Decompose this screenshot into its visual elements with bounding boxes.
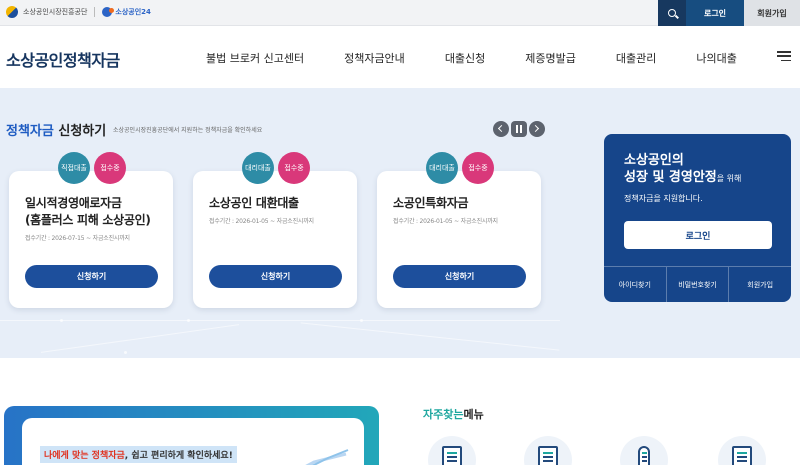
- quick-menu-item[interactable]: [620, 436, 668, 465]
- login-panel-subtext: 정책자금을 지원합니다.: [624, 194, 703, 203]
- hamburger-menu-icon[interactable]: [777, 51, 791, 62]
- search-icon: [668, 9, 676, 17]
- card-period: 접수기간 : 2026-07-15 ~ 자금소진시까지: [25, 235, 130, 242]
- fund-card: 소상공인 대환대출 접수기간 : 2026-01-05 ~ 자금소진시까지 신청…: [193, 171, 357, 308]
- top-join-button[interactable]: 회원가입: [744, 0, 800, 26]
- promo-banner[interactable]: 나에게 맞는 정책자금, 쉽고 편리하게 확인하세요!: [4, 406, 379, 465]
- nav-loan-manage[interactable]: 대출관리: [616, 50, 656, 66]
- top-buttons: 로그인 회원가입: [658, 0, 800, 26]
- list-document-icon: [732, 446, 752, 465]
- apply-button[interactable]: 신청하기: [209, 265, 342, 288]
- status-badge: 접수중: [94, 152, 126, 184]
- search-button[interactable]: [658, 0, 686, 26]
- main-nav: 불법 브로커 신고센터 정책자금안내 대출신청 제증명발급 대출관리 나의대출: [206, 50, 737, 66]
- fund-card: 일시적경영애로자금 (홈플러스 피해 소상공인) 접수기간 : 2026-07-…: [9, 171, 173, 308]
- top-login-button[interactable]: 로그인: [686, 0, 744, 26]
- promo-text: 나에게 맞는 정책자금, 쉽고 편리하게 확인하세요!: [40, 446, 237, 463]
- network-dot-decoration: [60, 319, 63, 322]
- network-line-decoration: [40, 324, 240, 353]
- section-title: 정책자금 신청하기: [6, 124, 107, 139]
- find-id-link[interactable]: 아이디찾기: [604, 267, 667, 302]
- find-password-link[interactable]: 비밀번호찾기: [667, 267, 730, 302]
- network-dot-decoration: [360, 319, 363, 322]
- loan-type-badge: 직접대출: [58, 152, 90, 184]
- section-subtitle: 소상공인시장진흥공단에서 지원하는 정책자금을 확인하세요: [113, 127, 263, 134]
- card-badges: 대리대출 접수중: [242, 152, 314, 184]
- carousel-pause-icon[interactable]: [511, 121, 527, 137]
- status-badge: 접수중: [278, 152, 310, 184]
- quick-menu-item[interactable]: [718, 436, 766, 465]
- network-dot-decoration: [187, 319, 190, 322]
- nav-certificates[interactable]: 제증명발급: [525, 50, 576, 66]
- card-title: 소상공인 대환대출: [209, 196, 299, 210]
- card-title: 소공인특화자금: [393, 196, 469, 210]
- loan-type-badge: 대리대출: [426, 152, 458, 184]
- card-period: 접수기간 : 2026-01-05 ~ 자금소진시까지: [209, 218, 314, 225]
- nav-my-loans[interactable]: 나의대출: [696, 50, 736, 66]
- fund-card: 소공인특화자금 접수기간 : 2026-01-05 ~ 자금소진시까지 신청하기: [377, 171, 541, 308]
- card-period: 접수기간 : 2026-01-05 ~ 자금소진시까지: [393, 218, 498, 225]
- sbiz24-logo-icon: [102, 7, 115, 17]
- apply-button[interactable]: 신청하기: [25, 265, 158, 288]
- quick-menu-item[interactable]: [524, 436, 572, 465]
- org-name-link[interactable]: 소상공인시장진흥공단: [23, 7, 87, 17]
- join-link[interactable]: 회원가입: [729, 267, 791, 302]
- sbiz24-link[interactable]: 소상공인24: [115, 7, 151, 17]
- loan-type-badge: 대리대출: [242, 152, 274, 184]
- login-panel-links: 아이디찾기 비밀번호찾기 회원가입: [604, 266, 791, 302]
- status-badge: 접수중: [462, 152, 494, 184]
- divider: [94, 7, 96, 17]
- promo-inner: 나에게 맞는 정책자금, 쉽고 편리하게 확인하세요!: [22, 418, 364, 465]
- network-dot-decoration: [124, 351, 127, 354]
- card-badges: 직접대출 접수중: [58, 152, 130, 184]
- money-icon: [538, 446, 558, 465]
- nav-broker-report[interactable]: 불법 브로커 신고센터: [206, 50, 304, 66]
- top-utility-bar: 소상공인시장진흥공단 소상공인24 로그인 회원가입: [0, 0, 800, 26]
- apply-button[interactable]: 신청하기: [393, 265, 526, 288]
- quick-menu-item[interactable]: [428, 436, 476, 465]
- promo-illustration-icon: [305, 449, 349, 465]
- network-line-decoration: [0, 320, 560, 321]
- login-button[interactable]: 로그인: [624, 221, 772, 249]
- login-panel: 소상공인의 성장 및 경영안정을 위해 정책자금을 지원합니다. 로그인 아이디…: [604, 134, 791, 302]
- nav-loan-apply[interactable]: 대출신청: [445, 50, 485, 66]
- nav-fund-guide[interactable]: 정책자금안내: [344, 50, 405, 66]
- login-panel-heading: 소상공인의 성장 및 경영안정을 위해: [624, 153, 742, 185]
- document-icon: [442, 446, 462, 465]
- carousel-prev-icon[interactable]: [493, 121, 509, 137]
- org-links: 소상공인시장진흥공단 소상공인24: [6, 6, 151, 18]
- card-badges: 대리대출 접수중: [426, 152, 498, 184]
- site-logo[interactable]: 소상공인정책자금: [6, 47, 120, 71]
- semas-logo-icon: [6, 6, 18, 18]
- network-line-decoration: [300, 322, 560, 351]
- main-header: 소상공인정책자금 불법 브로커 신고센터 정책자금안내 대출신청 제증명발급 대…: [0, 26, 800, 88]
- card-title: 일시적경영애로자금 (홈플러스 피해 소상공인): [25, 196, 151, 227]
- frequent-menu-title: 자주찾는메뉴: [423, 408, 484, 421]
- microphone-icon: [638, 446, 650, 465]
- carousel-next-icon[interactable]: [529, 121, 545, 137]
